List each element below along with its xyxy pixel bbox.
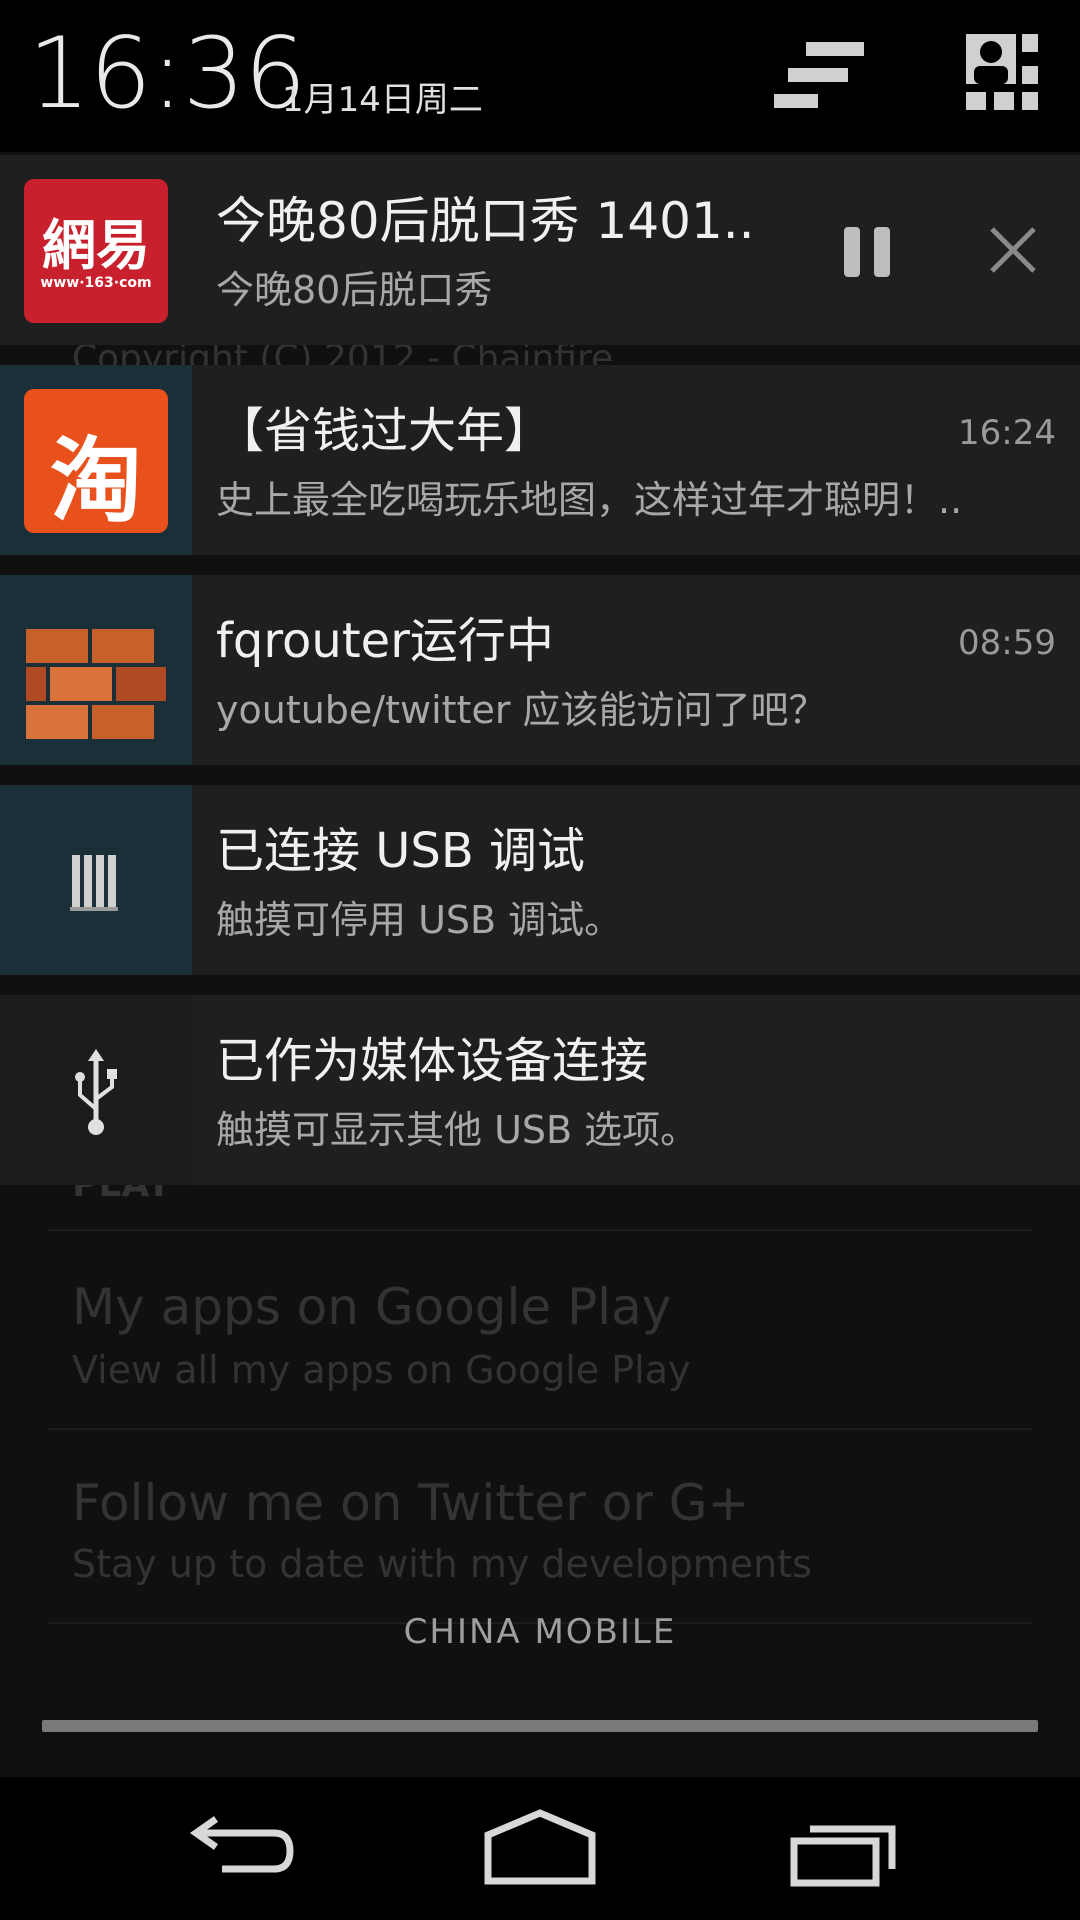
notification-header: 16:36 1月14日周二 (0, 0, 1080, 152)
notification-text: youtube/twitter 应该能访问了吧？ (216, 688, 827, 732)
quick-settings-icon[interactable] (768, 30, 868, 120)
shade-drag-handle[interactable] (42, 1720, 1038, 1732)
user-tiles-icon[interactable] (952, 30, 1052, 120)
pause-icon[interactable] (822, 205, 912, 295)
home-icon[interactable] (470, 1799, 610, 1899)
netease-icon-subtext: www·163·com (40, 275, 152, 291)
bg-item-subtitle: Stay up to date with my developments (72, 1542, 812, 1586)
notification-netease-music[interactable]: 網易 www·163·com 今晚80后脱口秀 1401.. 今晚80后脱口秀 (0, 155, 1080, 345)
recent-apps-icon[interactable] (770, 1799, 910, 1899)
notification-title: 【省钱过大年】 (216, 403, 553, 459)
notification-text: 今晚80后脱口秀 (216, 268, 493, 312)
notification-fqrouter[interactable]: fqrouter运行中 youtube/twitter 应该能访问了吧？ 08:… (0, 575, 1080, 765)
bg-item-title: Follow me on Twitter or G+ (72, 1474, 750, 1532)
netease-app-icon: 網易 www·163·com (24, 179, 168, 323)
notification-title: fqrouter运行中 (216, 613, 554, 669)
usb-icon (24, 1019, 168, 1163)
taobao-app-icon: 淘 (24, 389, 168, 535)
clock: 16:36 (28, 17, 306, 131)
notification-time: 16:24 (958, 413, 1056, 453)
navigation-bar (0, 1777, 1080, 1920)
notification-usb-debugging[interactable]: 已连接 USB 调试 触摸可停用 USB 调试。 (0, 785, 1080, 975)
notification-title: 今晚80后脱口秀 1401.. (216, 192, 755, 250)
notification-text: 触摸可显示其他 USB 选项。 (216, 1108, 699, 1152)
taobao-icon-text: 淘 (49, 428, 142, 535)
back-icon[interactable] (170, 1799, 310, 1899)
fqrouter-brick-wall-icon (24, 599, 168, 743)
notification-time: 08:59 (958, 623, 1056, 663)
netease-icon-text: 網易 (42, 213, 150, 277)
bg-divider (48, 1229, 1032, 1231)
notification-text: 触摸可停用 USB 调试。 (216, 898, 623, 942)
notification-text: 史上最全吃喝玩乐地图，这样过年才聪明！.. (216, 478, 963, 522)
notification-title: 已作为媒体设备连接 (216, 1033, 649, 1089)
notification-taobao[interactable]: 淘 【省钱过大年】 史上最全吃喝玩乐地图，这样过年才聪明！.. 16:24 (0, 365, 1080, 555)
bg-item-subtitle: View all my apps on Google Play (72, 1348, 691, 1392)
close-icon[interactable] (968, 205, 1058, 295)
notification-usb-media[interactable]: 已作为媒体设备连接 触摸可显示其他 USB 选项。 (0, 995, 1080, 1185)
usb-debugging-icon (24, 809, 168, 953)
date[interactable]: 1月14日周二 (282, 72, 483, 121)
bg-item-title: My apps on Google Play (72, 1278, 672, 1336)
carrier-label: CHINA MOBILE (403, 1612, 677, 1652)
bg-divider (48, 1428, 1032, 1430)
notification-title: 已连接 USB 调试 (216, 823, 586, 879)
